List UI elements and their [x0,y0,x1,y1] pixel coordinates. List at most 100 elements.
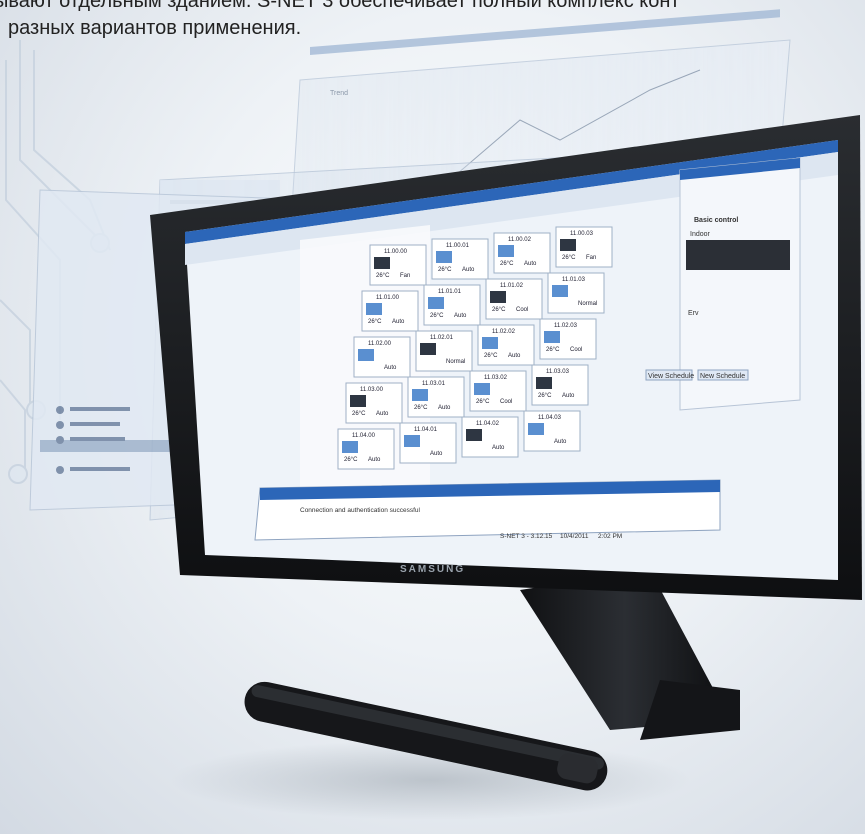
unit-tile[interactable]: 11.01.02 26°C Cool [485,278,543,320]
unit-id: 11.00.02 [508,237,532,243]
unit-temp: 26°C [476,399,490,405]
unit-temp: 26°C [500,261,514,267]
ac-unit-icon [420,343,436,355]
unit-mode: Auto [376,411,389,417]
unit-id: 11.01.03 [562,277,586,283]
unit-tile[interactable]: 11.04.00 26°C Auto [337,428,395,470]
erv-label: Erv [688,310,699,317]
unit-id: 11.02.02 [492,329,516,335]
unit-tile[interactable]: 11.02.01 Normal [415,330,473,372]
unit-mode: Auto [438,405,451,411]
unit-tile[interactable]: 11.01.01 26°C Auto [423,284,481,326]
log-line: Connection and authentication successful [300,507,421,514]
illustration: Trend Basic control Indoor Erv View Sche… [0,9,862,820]
unit-mode: Auto [492,445,505,451]
ac-unit-icon [466,429,482,441]
unit-mode: Cool [500,399,512,405]
unit-tile[interactable]: 11.03.02 26°C Cool [469,370,527,412]
unit-id: 11.01.02 [500,283,524,289]
status-date: 10/4/2011 [560,533,589,540]
unit-id: 11.03.02 [484,375,508,381]
unit-mode: Cool [516,307,528,313]
ac-unit-icon [498,245,514,257]
unit-temp: 26°C [368,319,382,325]
unit-temp: 26°C [538,393,552,399]
unit-tile[interactable]: 11.00.00 26°C Fan [369,244,427,286]
unit-id: 11.04.02 [476,421,500,427]
unit-mode: Auto [524,261,537,267]
ac-unit-icon [482,337,498,349]
unit-mode: Normal [578,301,597,307]
unit-mode: Auto [430,451,443,457]
new-schedule-label: New Schedule [700,373,745,380]
ac-unit-icon [404,435,420,447]
unit-mode: Normal [446,359,465,365]
unit-mode: Auto [454,313,467,319]
unit-mode: Cool [570,347,582,353]
ac-unit-icon [528,423,544,435]
unit-temp: 26°C [438,267,452,273]
scene: ывают отдельным зданием. S-NET 3 обеспеч… [0,0,865,834]
ac-unit-icon [436,251,452,263]
unit-id: 11.04.01 [414,427,438,433]
unit-tile[interactable]: 11.01.00 26°C Auto [361,290,419,332]
ac-unit-icon [412,389,428,401]
unit-tile[interactable]: 11.04.03 Auto [523,410,581,452]
ac-unit-icon [544,331,560,343]
unit-temp: 26°C [344,457,358,463]
unit-mode: Fan [400,273,410,279]
unit-id: 11.03.03 [546,369,570,375]
unit-id: 11.01.01 [438,289,462,295]
unit-temp: 26°C [562,255,576,261]
unit-temp: 26°C [484,353,498,359]
unit-mode: Auto [392,319,405,325]
unit-tile[interactable]: 11.00.03 26°C Fan [555,226,613,268]
unit-id: 11.03.00 [360,387,384,393]
unit-temp: 26°C [352,411,366,417]
unit-id: 11.04.00 [352,433,376,439]
unit-mode: Auto [562,393,575,399]
unit-temp: 26°C [414,405,428,411]
unit-tile[interactable]: 11.03.00 26°C Auto [345,382,403,424]
unit-tile[interactable]: 11.03.03 26°C Auto [531,364,589,406]
unit-tile[interactable]: 11.00.02 26°C Auto [493,232,551,274]
unit-tile[interactable]: 11.03.01 26°C Auto [407,376,465,418]
ac-unit-icon [374,257,390,269]
unit-temp: 26°C [546,347,560,353]
unit-temp: 26°C [430,313,444,319]
status-version: S-NET 3 - 3.12.15 [500,533,553,540]
unit-id: 11.00.03 [570,231,594,237]
svg-text:Trend: Trend [330,90,348,97]
unit-id: 11.04.03 [538,415,562,421]
panel-title: Basic control [694,217,738,224]
unit-id: 11.02.01 [430,335,454,341]
unit-id: 11.03.01 [422,381,446,387]
ac-unit-icon [366,303,382,315]
ac-unit-icon [358,349,374,361]
ac-unit-icon [560,239,576,251]
brand-logo: SAMSUNG [400,564,465,575]
unit-id: 11.00.01 [446,243,470,249]
ac-unit-icon [428,297,444,309]
unit-mode: Auto [462,267,475,273]
view-schedule-label: View Schedule [648,373,694,380]
unit-id: 11.01.00 [376,295,400,301]
unit-mode: Auto [554,439,567,445]
ac-unit-icon [536,377,552,389]
unit-temp: 26°C [376,273,390,279]
unit-mode: Fan [586,255,596,261]
ac-unit-icon [490,291,506,303]
unit-id: 11.02.00 [368,341,392,347]
unit-tile[interactable]: 11.00.01 26°C Auto [431,238,489,280]
unit-tile[interactable]: 11.02.02 26°C Auto [477,324,535,366]
status-time: 2:02 PM [598,533,622,540]
unit-tile[interactable]: 11.01.03 Normal [547,272,605,314]
unit-tile[interactable]: 11.04.02 Auto [461,416,519,458]
unit-mode: Auto [384,365,397,371]
unit-id: 11.02.03 [554,323,578,329]
unit-tile[interactable]: 11.02.03 26°C Cool [539,318,597,360]
unit-temp: 26°C [492,307,506,313]
unit-tile[interactable]: 11.04.01 Auto [399,422,457,464]
unit-tile[interactable]: 11.02.00 Auto [353,336,411,378]
unit-mode: Auto [368,457,381,463]
